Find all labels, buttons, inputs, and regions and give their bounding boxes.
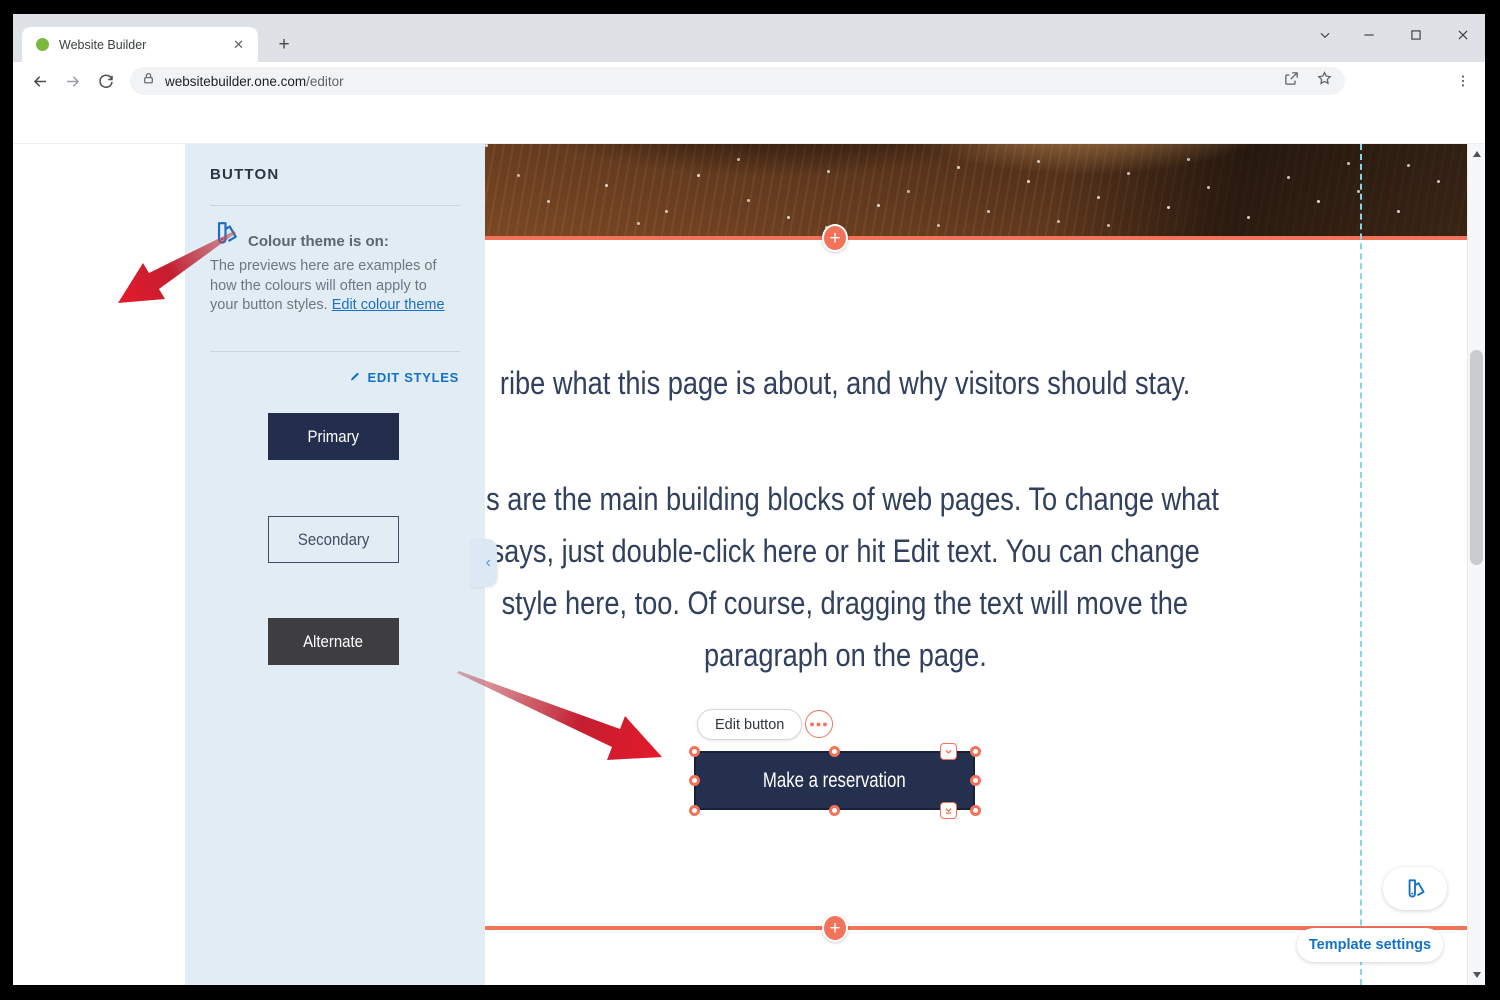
add-section-button[interactable]: + [822,224,848,252]
resize-handle[interactable] [970,775,981,786]
new-tab-button[interactable]: + [272,33,296,57]
more-options-button[interactable]: ●●● [805,710,833,738]
window-minimize-icon[interactable] [1354,22,1384,48]
template-settings-button[interactable]: Template settings [1297,928,1443,962]
tab-favicon-icon [36,38,49,51]
style-preview-alternate[interactable]: Alternate [268,618,399,665]
resize-handle[interactable] [970,805,981,816]
bookmark-star-icon[interactable] [1316,70,1333,92]
resize-handle[interactable] [689,805,700,816]
edit-colour-theme-link[interactable]: Edit colour theme [332,297,445,313]
canvas-paragraph-line[interactable]: hs are the main building blocks of web p… [485,473,1219,525]
divider [210,205,460,206]
browser-menu-kebab-icon[interactable] [1450,68,1476,94]
back-icon[interactable] [27,68,53,94]
theme-status-heading: Colour theme is on: [248,233,389,250]
panel-title: BUTTON [210,166,279,183]
url-text: websitebuilder.one.com/editor [165,74,1283,89]
reload-icon[interactable] [93,68,119,94]
url-bar[interactable]: websitebuilder.one.com/editor [130,67,1345,95]
pencil-icon [349,371,362,384]
share-icon[interactable] [1283,70,1300,92]
section-divider [485,236,1467,240]
canvas-scrollbar[interactable] [1467,144,1485,985]
resize-handle[interactable] [689,746,700,757]
colour-theme-icon [1402,876,1428,902]
colour-theme-icon [210,218,241,254]
scroll-down-icon[interactable] [1468,967,1486,983]
window-maximize-icon[interactable] [1401,22,1431,48]
resize-handle[interactable] [829,805,840,816]
canvas-paragraph-line[interactable]: style here, too. Of course, dragging the… [502,577,1188,629]
colour-theme-fab[interactable] [1383,867,1447,910]
canvas-paragraph-line[interactable]: says, just double-click here or hit Edit… [490,525,1199,577]
add-section-button[interactable]: + [822,914,848,942]
button-panel: BUTTON Colour theme is on: The previews … [185,144,485,985]
editor-toolbar [13,98,1485,144]
hero-image[interactable] [485,144,1467,236]
divider [210,351,460,352]
window-menu-chevron-icon[interactable] [1310,22,1340,48]
scroll-up-icon[interactable] [1468,146,1486,162]
forward-icon[interactable] [59,68,85,94]
canvas-paragraph-line[interactable]: paragraph on the page. [704,629,987,681]
tab-title: Website Builder [59,38,229,52]
resize-handle[interactable] [970,746,981,757]
window-close-icon[interactable] [1448,22,1478,48]
canvas-heading-line[interactable]: ribe what this page is about, and why vi… [500,362,1190,404]
edit-styles-button[interactable]: EDIT STYLES [349,370,460,385]
stretch-handle-top[interactable] [940,743,957,760]
lock-icon [142,72,155,90]
selected-page-button[interactable]: Make a reservation [694,751,975,810]
resize-handle[interactable] [829,746,840,757]
stretch-handle-bottom[interactable] [940,802,957,819]
page-canvas[interactable]: + ribe what this page is about, and why … [485,144,1467,985]
style-preview-secondary[interactable]: Secondary [268,516,399,563]
browser-tab[interactable]: Website Builder ✕ [22,27,258,62]
element-sidebar [13,144,185,985]
theme-description: The previews here are examples of how th… [210,257,450,316]
layout-guide-line [1360,144,1362,985]
tab-close-icon[interactable]: ✕ [229,35,248,55]
chevron-left-icon: ‹ [486,554,491,572]
style-preview-primary[interactable]: Primary [268,413,399,460]
collapse-panel-tab[interactable]: ‹ [470,539,497,587]
scrollbar-thumb[interactable] [1470,350,1483,565]
resize-handle[interactable] [689,775,700,786]
edit-button-action[interactable]: Edit button [697,709,802,740]
